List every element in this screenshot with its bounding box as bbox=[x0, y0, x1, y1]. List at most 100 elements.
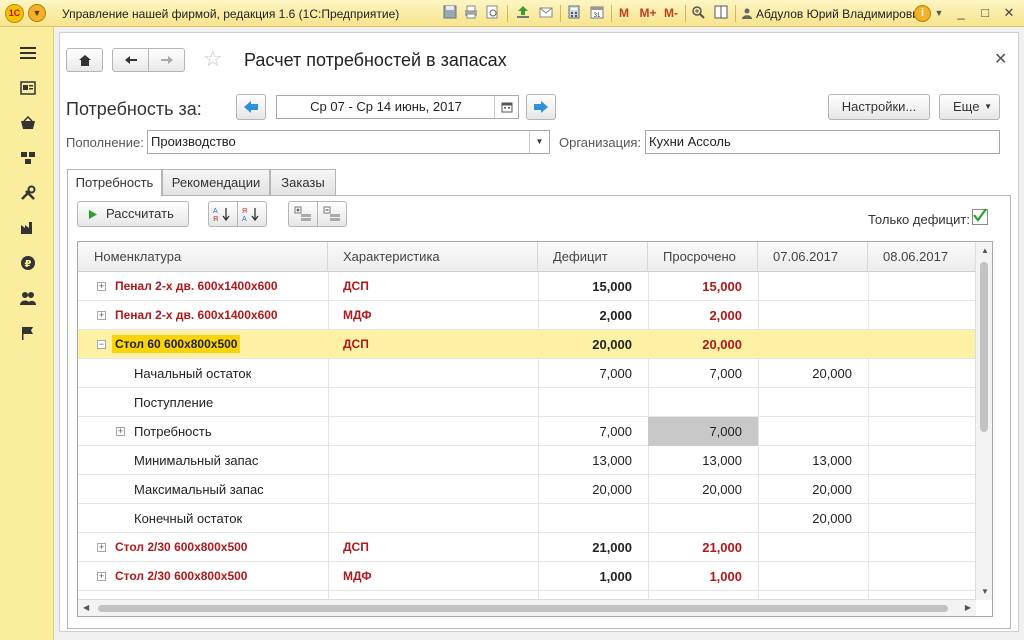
table-row[interactable]: + Пенал 2-х дв. 600х1400х600 ДСП 15,000 … bbox=[78, 272, 976, 301]
play-icon bbox=[89, 210, 97, 219]
upload-icon[interactable] bbox=[515, 5, 531, 22]
preview-icon[interactable] bbox=[484, 5, 500, 22]
info-icon[interactable]: i bbox=[914, 5, 931, 22]
close-form-icon[interactable]: ✕ bbox=[994, 49, 1007, 69]
scroll-down-icon[interactable]: ▼ bbox=[981, 587, 989, 596]
toolbar-separator bbox=[507, 5, 508, 22]
tools-icon[interactable] bbox=[19, 184, 37, 202]
vertical-scroll-thumb[interactable] bbox=[980, 262, 988, 432]
staff-icon[interactable] bbox=[19, 289, 37, 307]
expand-icon[interactable]: + bbox=[97, 543, 106, 552]
replenishment-select[interactable]: Производство ▼ bbox=[147, 130, 550, 154]
deficit-cell: 21,000 bbox=[592, 540, 632, 555]
table-row[interactable]: Минимальный запас 13,000 13,000 13,000 bbox=[78, 446, 976, 475]
table-row[interactable]: Начальный остаток 7,000 7,000 20,000 bbox=[78, 359, 976, 388]
collapse-icon[interactable]: − bbox=[97, 340, 106, 349]
organization-label: Организация: bbox=[559, 135, 642, 150]
table-row[interactable]: Конечный остаток 20,000 bbox=[78, 504, 976, 533]
back-button[interactable] bbox=[112, 48, 149, 72]
tab-recommendations[interactable]: Рекомендации bbox=[162, 169, 270, 195]
col-date-2[interactable]: 08.06.2017 bbox=[868, 242, 976, 272]
desktop-icon[interactable] bbox=[19, 79, 37, 97]
deficit-cell: 13,000 bbox=[592, 453, 632, 468]
chevron-down-icon[interactable]: ▼ bbox=[529, 131, 549, 153]
minimize-button[interactable]: _ bbox=[952, 4, 970, 22]
expand-icon[interactable]: + bbox=[97, 311, 106, 320]
overdue-cell: 21,000 bbox=[702, 540, 742, 555]
nomenclature-highlight: Стол 60 600х800х500 bbox=[112, 335, 241, 353]
vertical-scrollbar[interactable]: ▲ ▼ bbox=[975, 242, 992, 600]
close-window-button[interactable]: ✕ bbox=[1000, 4, 1018, 22]
memory-m-button[interactable]: M bbox=[617, 5, 631, 22]
col-date-1[interactable]: 07.06.2017 bbox=[758, 242, 868, 272]
calculate-button[interactable]: Рассчитать bbox=[77, 201, 189, 227]
calendar-icon[interactable]: 31 bbox=[589, 5, 605, 22]
table-row[interactable]: + Стол 2/30 600х800х500 МДФ 1,000 1,000 bbox=[78, 562, 976, 591]
only-deficit-checkbox[interactable] bbox=[972, 208, 988, 225]
scroll-up-icon[interactable]: ▲ bbox=[981, 246, 989, 255]
date-1-cell: 20,000 bbox=[812, 366, 852, 381]
expand-icon[interactable]: + bbox=[97, 572, 106, 581]
zoom-icon[interactable] bbox=[690, 5, 706, 22]
period-next-button[interactable] bbox=[526, 94, 556, 120]
col-characteristic[interactable]: Характеристика bbox=[328, 242, 538, 272]
more-button[interactable]: Еще ▼ bbox=[939, 94, 1000, 120]
menu-icon[interactable] bbox=[19, 44, 37, 62]
needs-table: Номенклатура Характеристика Дефицит Прос… bbox=[77, 241, 993, 617]
expand-all-button[interactable] bbox=[288, 201, 318, 227]
memory-plus-button[interactable]: M+ bbox=[638, 5, 658, 22]
collapse-all-button[interactable] bbox=[317, 201, 347, 227]
calculator-icon[interactable] bbox=[566, 5, 582, 22]
money-icon[interactable]: ₽ bbox=[19, 254, 37, 272]
scroll-left-icon[interactable]: ◀ bbox=[83, 603, 89, 612]
period-field[interactable]: Ср 07 - Ср 14 июнь, 2017 bbox=[276, 95, 519, 119]
panels-icon[interactable] bbox=[713, 5, 729, 22]
save-icon[interactable] bbox=[442, 5, 458, 22]
table-row[interactable]: + Потребность 7,000 7,000 bbox=[78, 417, 976, 446]
home-icon bbox=[78, 54, 91, 66]
main-menu-button[interactable]: ▼ bbox=[28, 4, 46, 22]
favorite-star-icon[interactable]: ☆ bbox=[203, 47, 223, 71]
period-value: Ср 07 - Ср 14 июнь, 2017 bbox=[310, 99, 462, 114]
col-deficit[interactable]: Дефицит bbox=[538, 242, 648, 272]
production-icon[interactable] bbox=[19, 219, 37, 237]
overdue-cell: 7,000 bbox=[648, 417, 758, 446]
deficit-cell: 15,000 bbox=[592, 279, 632, 294]
horizontal-scroll-thumb[interactable] bbox=[98, 605, 948, 612]
mail-icon[interactable] bbox=[538, 5, 554, 22]
sort-desc-button[interactable]: ЯА bbox=[237, 201, 267, 227]
table-row-selected[interactable]: − Стол 60 600х800х500 ДСП 20,000 20,000 bbox=[78, 330, 976, 359]
expand-icon[interactable]: + bbox=[97, 282, 106, 291]
home-button[interactable] bbox=[66, 48, 103, 72]
user-name[interactable]: Абдулов Юрий Владимирович bbox=[756, 7, 925, 21]
overdue-cell: 20,000 bbox=[702, 482, 742, 497]
organization-field[interactable]: Кухни Ассоль bbox=[645, 130, 1000, 154]
svg-text:А: А bbox=[213, 208, 218, 215]
settings-button[interactable]: Настройки... bbox=[828, 94, 930, 120]
forward-button[interactable] bbox=[148, 48, 185, 72]
memory-minus-button[interactable]: M- bbox=[662, 5, 680, 22]
tab-need[interactable]: Потребность bbox=[67, 169, 162, 196]
table-row[interactable]: Максимальный запас 20,000 20,000 20,000 bbox=[78, 475, 976, 504]
table-row[interactable]: + Стол 2/30 600х800х500 ДСП 21,000 21,00… bbox=[78, 533, 976, 562]
table-row[interactable]: + Пенал 2-х дв. 600х1400х600 МДФ 2,000 2… bbox=[78, 301, 976, 330]
period-prev-button[interactable] bbox=[236, 94, 266, 120]
sales-icon[interactable] bbox=[19, 114, 37, 132]
deficit-cell: 2,000 bbox=[599, 308, 632, 323]
flag-icon[interactable] bbox=[19, 324, 37, 342]
calendar-select-icon[interactable] bbox=[494, 96, 518, 118]
print-icon[interactable] bbox=[463, 5, 479, 22]
purchases-icon[interactable] bbox=[19, 149, 37, 167]
check-icon bbox=[973, 208, 987, 222]
table-row[interactable]: Поступление bbox=[78, 388, 976, 417]
horizontal-scrollbar[interactable]: ◀ ▶ bbox=[78, 599, 976, 616]
nomenclature-cell: Потребность bbox=[134, 424, 212, 439]
maximize-button[interactable]: □ bbox=[976, 4, 994, 22]
sort-asc-button[interactable]: АЯ bbox=[208, 201, 238, 227]
tab-orders[interactable]: Заказы bbox=[270, 169, 336, 195]
col-overdue[interactable]: Просрочено bbox=[648, 242, 758, 272]
col-nomenclature[interactable]: Номенклатура bbox=[78, 242, 328, 272]
scroll-right-icon[interactable]: ▶ bbox=[965, 603, 971, 612]
info-dropdown-icon[interactable]: ▼ bbox=[934, 5, 944, 22]
expand-icon[interactable]: + bbox=[116, 427, 125, 436]
